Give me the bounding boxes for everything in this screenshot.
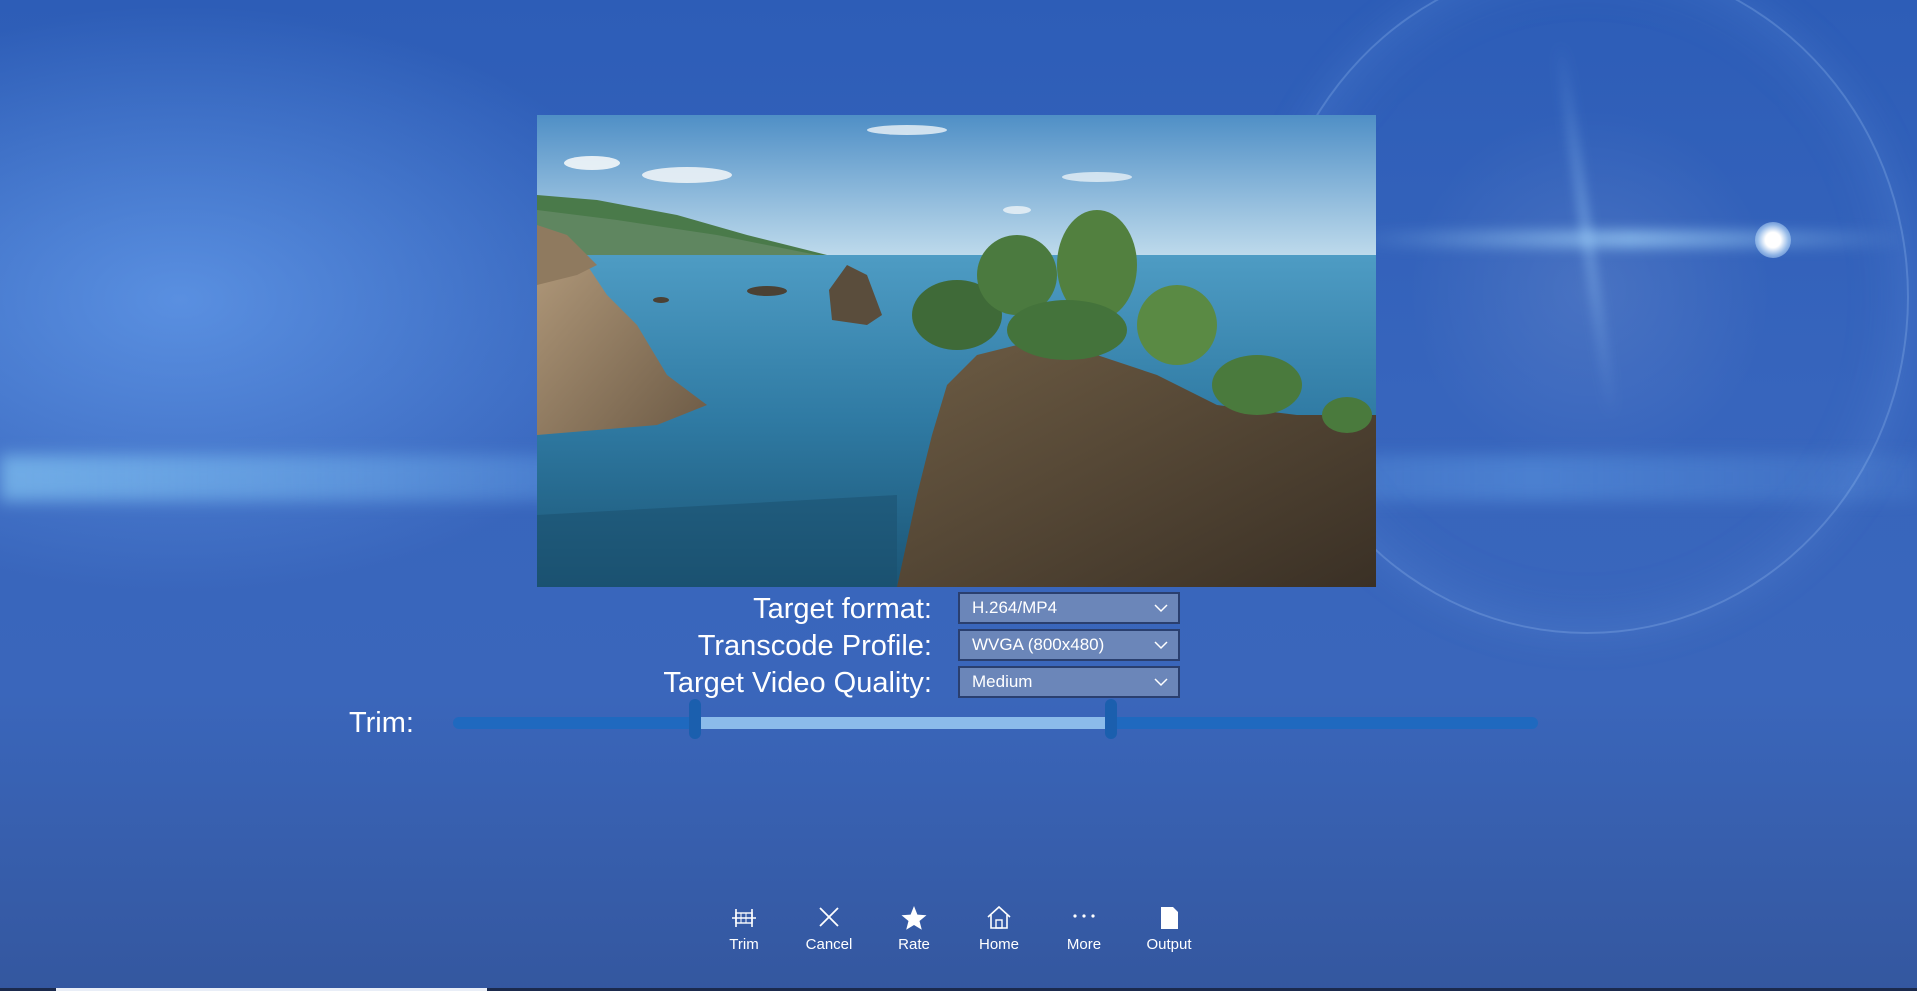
output-button[interactable]: Output: [1134, 904, 1204, 964]
trim-selected-range: [694, 717, 1111, 729]
target-format-value: H.264/MP4: [972, 598, 1058, 617]
video-quality-row: Target Video Quality:: [0, 666, 932, 700]
trim-end-handle[interactable]: [1104, 699, 1117, 739]
cancel-button-label: Cancel: [805, 936, 853, 953]
chevron-down-icon: [1154, 604, 1168, 613]
home-button[interactable]: Home: [964, 904, 1034, 964]
trim-label: Trim:: [349, 707, 414, 739]
more-button-label: More: [1066, 936, 1102, 953]
transcode-profile-row: Transcode Profile:: [0, 629, 932, 663]
background-light-source: [1755, 222, 1791, 258]
transcode-profile-value: WVGA (800x480): [972, 635, 1105, 654]
close-icon: [819, 907, 839, 927]
app-window: Target format: H.264/MP4 Transcode Profi…: [0, 0, 1917, 991]
target-format-row: Target format:: [0, 592, 932, 626]
video-quality-label: Target Video Quality:: [663, 667, 932, 699]
trim-button[interactable]: Trim: [709, 904, 779, 964]
chevron-down-icon: [1154, 641, 1168, 650]
rate-button-label: Rate: [898, 936, 930, 953]
video-preview[interactable]: [537, 115, 1376, 587]
more-button[interactable]: More: [1049, 904, 1119, 964]
more-icon: [1073, 914, 1095, 918]
star-icon: [901, 906, 927, 930]
document-icon: [1161, 907, 1178, 929]
background-flare-streak: [1350, 230, 1910, 248]
output-button-label: Output: [1146, 936, 1192, 953]
trim-icon: [732, 909, 756, 927]
video-quality-select[interactable]: Medium: [958, 666, 1180, 698]
chevron-down-icon: [1154, 678, 1168, 687]
video-frame-image: [537, 115, 1376, 587]
target-format-select[interactable]: H.264/MP4: [958, 592, 1180, 624]
transcode-profile-label: Transcode Profile:: [697, 630, 932, 662]
cancel-button[interactable]: Cancel: [794, 904, 864, 964]
home-icon: [987, 905, 1011, 929]
video-quality-value: Medium: [972, 672, 1033, 691]
trim-button-label: Trim: [729, 936, 759, 953]
rate-button[interactable]: Rate: [879, 904, 949, 964]
target-format-label: Target format:: [753, 593, 932, 625]
trim-start-handle[interactable]: [688, 699, 701, 739]
transcode-profile-select[interactable]: WVGA (800x480): [958, 629, 1180, 661]
home-button-label: Home: [978, 936, 1019, 953]
